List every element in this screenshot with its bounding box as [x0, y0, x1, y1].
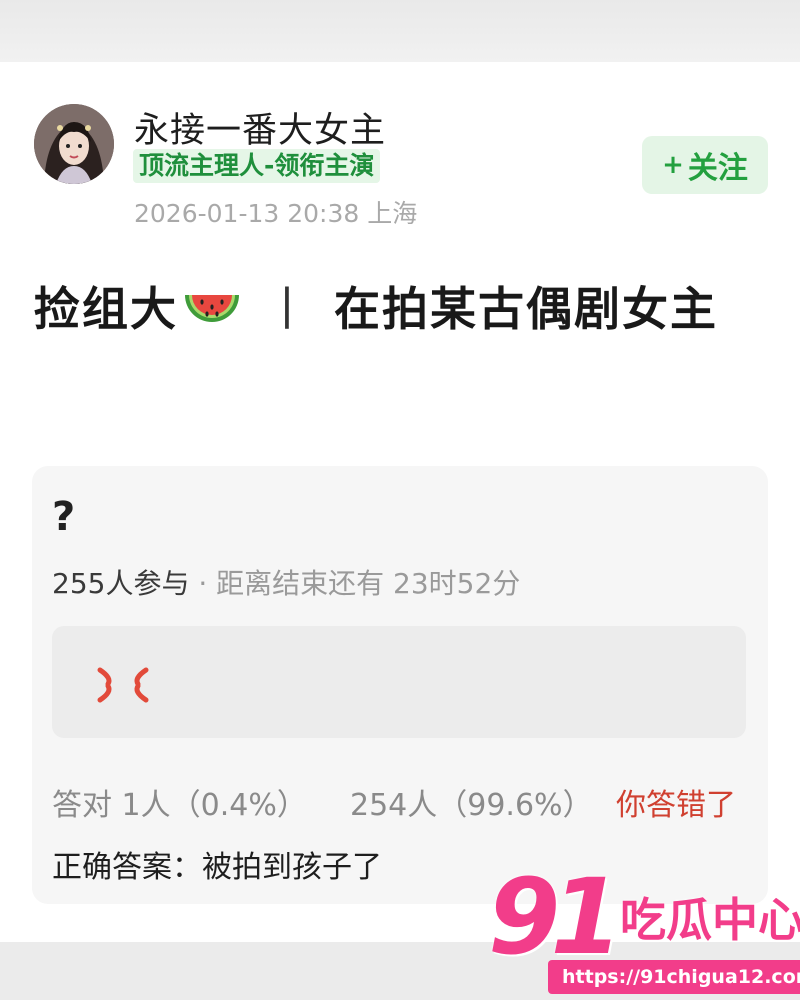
watermelon-icon	[182, 282, 242, 352]
quiz-option[interactable]	[52, 626, 746, 738]
quiz-participants: 255人参与	[52, 567, 190, 600]
post-title-separator: 丨	[264, 282, 312, 336]
quiz-deadline: 距离结束还有 23时52分	[216, 567, 521, 600]
watermark-name: 吃瓜中心	[620, 893, 800, 947]
post-timestamp-location: 2026-01-13 20:38 上海	[134, 199, 418, 228]
top-strip	[0, 0, 800, 62]
author-name[interactable]: 永接一番大女主	[134, 102, 386, 153]
post-title: 捡组大 丨在拍某古偶剧女主	[34, 274, 754, 352]
follow-button[interactable]: + 关注	[642, 136, 768, 194]
author-avatar[interactable]	[34, 104, 114, 184]
quiz-result: 答对 1人（0.4%） 254人（99.6%） 你答错了	[52, 780, 752, 824]
quiz-card: ? 255人参与 · 距离结束还有 23时52分 答对 1人（0.4%） 254…	[32, 466, 768, 904]
post-title-part-1: 捡组大	[34, 282, 178, 336]
author-title-badge: 顶流主理人-领衔主演	[133, 149, 381, 183]
quiz-question: ?	[52, 494, 76, 540]
site-watermark: 91 吃瓜中心 https://91chigua12.com	[488, 856, 800, 1000]
quiz-correct-stat: 答对 1人（0.4%）	[52, 788, 307, 823]
post-title-part-2: 在拍某古偶剧女主	[334, 282, 718, 336]
quiz-status: 255人参与 · 距离结束还有 23时52分	[52, 562, 520, 602]
plus-icon: +	[662, 150, 684, 180]
quiz-dot-separator: ·	[189, 567, 217, 600]
avatar-portrait-icon	[34, 104, 114, 184]
watermark-url: https://91chigua12.com	[548, 960, 800, 994]
quiz-correct-answer: 正确答案：被拍到孩子了	[52, 850, 382, 885]
quiz-other-stat: 254人（99.6%）	[350, 788, 593, 823]
follow-button-label: 关注	[687, 151, 748, 186]
quiz-wrong-notice: 你答错了	[616, 788, 736, 823]
post-card: 永接一番大女主 顶流主理人-领衔主演 2026-01-13 20:38 上海 +…	[0, 62, 800, 942]
anger-symbol-icon	[94, 660, 152, 714]
